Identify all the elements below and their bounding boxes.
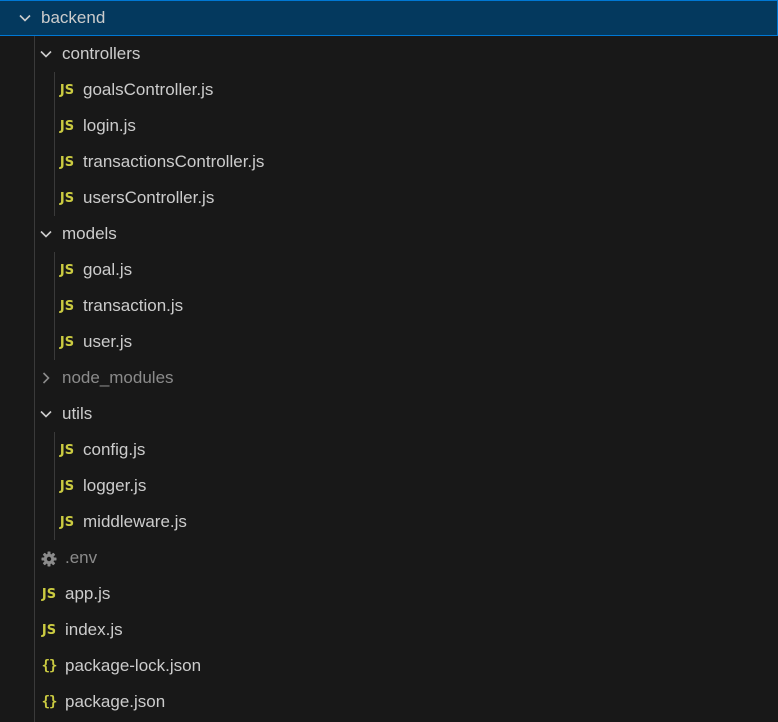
js-file-icon: JS [59,478,75,494]
tree-file-config[interactable]: JS config.js [0,432,778,468]
js-file-icon: JS [59,442,75,458]
tree-file-login[interactable]: JS login.js [0,108,778,144]
json-braces-icon: {} [41,658,58,674]
tree-folder-backend[interactable]: backend [0,0,778,36]
tree-file-package-lock[interactable]: {} package-lock.json [0,648,778,684]
js-file-icon: JS [59,82,75,98]
folder-label: models [62,224,117,243]
file-label: app.js [65,584,111,603]
file-label: config.js [83,440,146,459]
folder-label: controllers [62,44,141,63]
tree-folder-controllers[interactable]: controllers [0,36,778,72]
tree-file-package[interactable]: {} package.json [0,684,778,720]
tree-file-user[interactable]: JS user.js [0,324,778,360]
chevron-down-icon [37,405,55,423]
file-label: middleware.js [83,512,187,531]
file-label: logger.js [83,476,147,495]
tree-folder-utils[interactable]: utils [0,396,778,432]
json-braces-icon: {} [41,694,58,710]
js-file-icon: JS [59,298,75,314]
js-file-icon: JS [41,622,57,638]
tree-file-middleware[interactable]: JS middleware.js [0,504,778,540]
file-label: transactionsController.js [83,152,265,171]
tree-folder-node-modules[interactable]: node_modules [0,360,778,396]
tree-file-transaction[interactable]: JS transaction.js [0,288,778,324]
gear-icon [40,548,58,568]
js-file-icon: JS [59,262,75,278]
js-file-icon: JS [59,334,75,350]
chevron-down-icon [16,9,34,27]
file-label: goal.js [83,260,133,279]
folder-label: node_modules [62,368,174,387]
js-file-icon: JS [59,154,75,170]
file-label: package.json [65,692,166,711]
tree-file-goal[interactable]: JS goal.js [0,252,778,288]
file-label: package-lock.json [65,656,202,675]
file-label: index.js [65,620,123,639]
chevron-right-icon [37,369,55,387]
js-file-icon: JS [41,586,57,602]
file-label: login.js [83,116,136,135]
file-label: user.js [83,332,133,351]
file-label: .env [65,548,98,567]
tree-file-goalscontroller[interactable]: JS goalsController.js [0,72,778,108]
tree-file-userscontroller[interactable]: JS usersController.js [0,180,778,216]
folder-label: backend [41,8,106,27]
tree-file-app[interactable]: JS app.js [0,576,778,612]
chevron-down-icon [37,45,55,63]
js-file-icon: JS [59,190,75,206]
tree-file-index[interactable]: JS index.js [0,612,778,648]
js-file-icon: JS [59,514,75,530]
tree-file-logger[interactable]: JS logger.js [0,468,778,504]
tree-file-env[interactable]: .env [0,540,778,576]
js-file-icon: JS [59,118,75,134]
tree-file-transactionscontroller[interactable]: JS transactionsController.js [0,144,778,180]
chevron-down-icon [37,225,55,243]
file-explorer-tree: backend controllers JS goalsController.j… [0,0,778,722]
file-label: usersController.js [83,188,215,207]
file-label: transaction.js [83,296,184,315]
tree-folder-models[interactable]: models [0,216,778,252]
folder-label: utils [62,404,93,423]
file-label: goalsController.js [83,80,214,99]
